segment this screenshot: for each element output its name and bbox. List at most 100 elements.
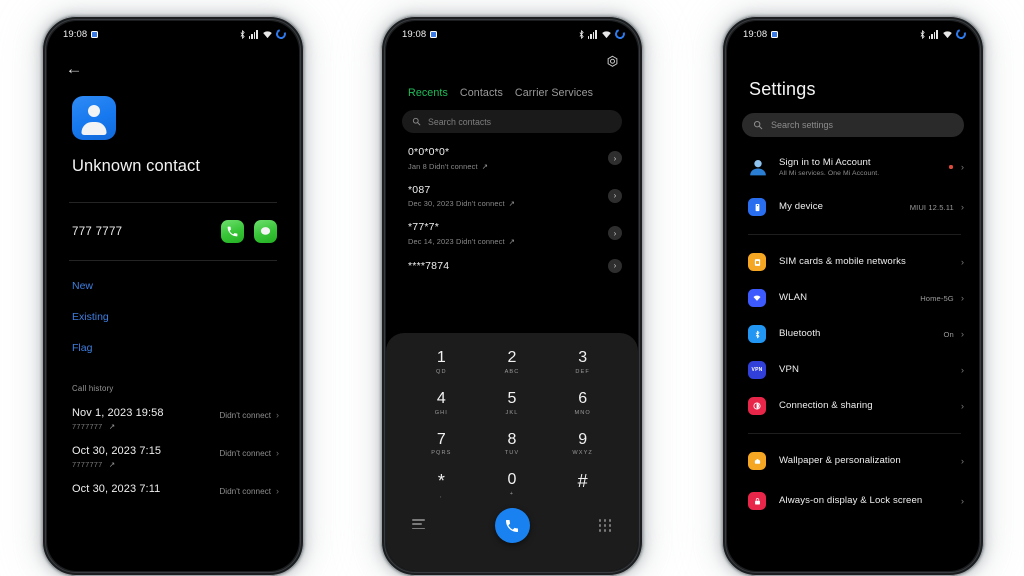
chevron-right-icon: › [960,495,964,507]
link-existing[interactable]: Existing [47,311,299,323]
settings-item-label: VPN [779,364,800,375]
signal-bars-icon [248,29,258,39]
dialpad-key-2[interactable]: 2 ABC [477,347,548,378]
settings-item-sub: All Mi services. One Mi Account. [779,170,880,178]
chevron-right-icon[interactable]: › [608,188,622,203]
search-settings-input[interactable]: Search settings [742,113,964,137]
outgoing-arrow-icon: ↗ [108,422,116,431]
dialpad-key-7[interactable]: 7 PQRS [406,429,477,460]
phone-device-settings: 19:08 Settings Search settings Sign in t… [722,16,984,576]
signal-bars-icon [928,29,938,39]
bluetooth-icon [240,29,245,39]
dialpad-key-3[interactable]: 3 DEF [547,347,618,378]
call-history-main: Oct 30, 2023 7:15 7777777 ↗ [72,445,161,469]
dialpad-key-hash[interactable]: # [547,469,618,502]
settings-item-always-on-display[interactable]: Always-on display & Lock screen › [727,479,979,523]
settings-item-text: Sign in to Mi Account All Mi services. O… [779,157,949,178]
gear-icon[interactable] [605,55,620,70]
recent-call-item[interactable]: *77*7* Dec 14, 2023 Didn't connect ↗ › [386,208,638,246]
screen-record-indicator-icon [430,30,438,38]
status-time: 19:08 [402,28,427,40]
settings-item-vpn[interactable]: VPN VPN › [727,352,979,388]
key-sub: ABC [504,368,520,375]
battery-charging-icon [954,27,968,41]
status-bar: 19:08 [47,21,299,47]
chevron-right-icon[interactable]: › [608,258,622,273]
call-button[interactable] [494,508,530,544]
settings-item-text: Bluetooth [779,328,943,340]
tab-contacts[interactable]: Contacts [460,87,503,99]
phone-number-row[interactable]: 777 7777 [47,203,299,260]
search-placeholder: Search settings [771,120,834,130]
keypad-dots-icon[interactable] [599,519,612,532]
call-history-main: Nov 1, 2023 19:58 7777777 ↗ [72,407,164,431]
battery-charging-icon [274,27,288,41]
call-number: 7777777 ↗ [72,460,116,469]
status-bar-left: 19:08 [63,29,99,40]
settings-item-text: VPN [779,364,954,376]
recent-detail: Dec 14, 2023 Didn't connect ↗ [408,236,516,246]
contact-name: Unknown contact [72,157,201,175]
tab-recents[interactable]: Recents [408,87,448,99]
call-history-item[interactable]: Nov 1, 2023 19:58 7777777 ↗ Didn't conne… [47,393,299,431]
settings-item-wallpaper[interactable]: Wallpaper & personalization › [727,443,979,479]
chevron-right-icon[interactable]: › [608,151,622,166]
phone-device-dialer: 19:08 Recents Contacts Carrier Services [381,16,643,576]
chevron-right-icon[interactable]: › [608,226,622,241]
settings-item-value: On [943,329,954,339]
screen-record-indicator-icon [771,30,779,38]
key-digit: 0 [507,471,517,489]
call-status: Didn't connect [219,448,271,458]
status-time: 19:08 [743,28,768,40]
settings-item-my-device[interactable]: My device MIUI 12.5.11 › [727,189,979,225]
link-flag[interactable]: Flag [47,342,299,354]
dialpad-key-5[interactable]: 5 JKL [477,388,548,419]
settings-item-sim-cards[interactable]: SIM cards & mobile networks › [727,244,979,280]
dialpad-key-star[interactable]: *, [406,469,477,502]
message-icon[interactable] [254,220,277,243]
link-new[interactable]: New [47,280,299,292]
screen-record-indicator-icon [91,30,99,38]
dialpad-key-1[interactable]: 1 QD [406,347,477,378]
chevron-right-icon: › [960,400,964,412]
search-contacts-input[interactable]: Search contacts [402,110,622,133]
dialpad-key-6[interactable]: 6 MNO [547,388,618,419]
connection-sharing-icon [748,397,766,415]
recent-call-item[interactable]: ****7874 › [386,246,638,273]
outgoing-arrow-icon: ↗ [508,236,516,246]
dialpad-key-0[interactable]: 0 + [477,469,548,502]
avatar-body [81,122,107,135]
chevron-right-icon: › [960,161,964,173]
recent-number: *087 [408,183,431,196]
contact-avatar [72,96,116,140]
call-date: Nov 1, 2023 19:58 [72,407,164,419]
settings-item-connection-sharing[interactable]: Connection & sharing › [727,388,979,424]
back-button[interactable]: ← [64,58,84,78]
call-history-item[interactable]: Oct 30, 2023 7:15 7777777 ↗ Didn't conne… [47,431,299,469]
settings-item-bluetooth[interactable]: Bluetooth On › [727,316,979,352]
chevron-right-icon: › [960,292,964,304]
chevron-right-icon: › [960,201,964,213]
phone-device-contact-details: 19:08 ← Unknown contact 777 7777 New Exi… [42,16,304,576]
key-sub [547,493,618,500]
dialpad-key-9[interactable]: 9 WXYZ [547,429,618,460]
recent-call-item[interactable]: 0*0*0*0* Jan 8 Didn't connect ↗ › [386,133,638,171]
menu-lines-icon[interactable] [412,519,425,532]
recent-call-item[interactable]: *087 Dec 30, 2023 Didn't connect ↗ › [386,171,638,208]
settings-item-text: WLAN [779,292,920,304]
settings-item-text: SIM cards & mobile networks [779,256,954,268]
call-history-status: Didn't connect › [219,410,279,420]
settings-item-label: Connection & sharing [779,400,873,411]
recent-call-main: ****7874 [408,260,449,272]
call-history-item[interactable]: Oct 30, 2023 7:11 Didn't connect › [47,469,299,496]
dialer-tabs: Recents Contacts Carrier Services [386,47,638,99]
call-date: Oct 30, 2023 7:15 [72,445,162,457]
signal-bars-icon [587,29,597,39]
dialpad-key-8[interactable]: 8 TUV [477,429,548,460]
screen-dialer: 19:08 Recents Contacts Carrier Services [386,21,638,571]
settings-item-wlan[interactable]: WLAN Home-5G › [727,280,979,316]
tab-carrier-services[interactable]: Carrier Services [515,87,593,99]
settings-item-mi-account[interactable]: Sign in to Mi Account All Mi services. O… [727,145,979,189]
dialpad-key-4[interactable]: 4 GHI [406,388,477,419]
phone-icon[interactable] [221,220,244,243]
